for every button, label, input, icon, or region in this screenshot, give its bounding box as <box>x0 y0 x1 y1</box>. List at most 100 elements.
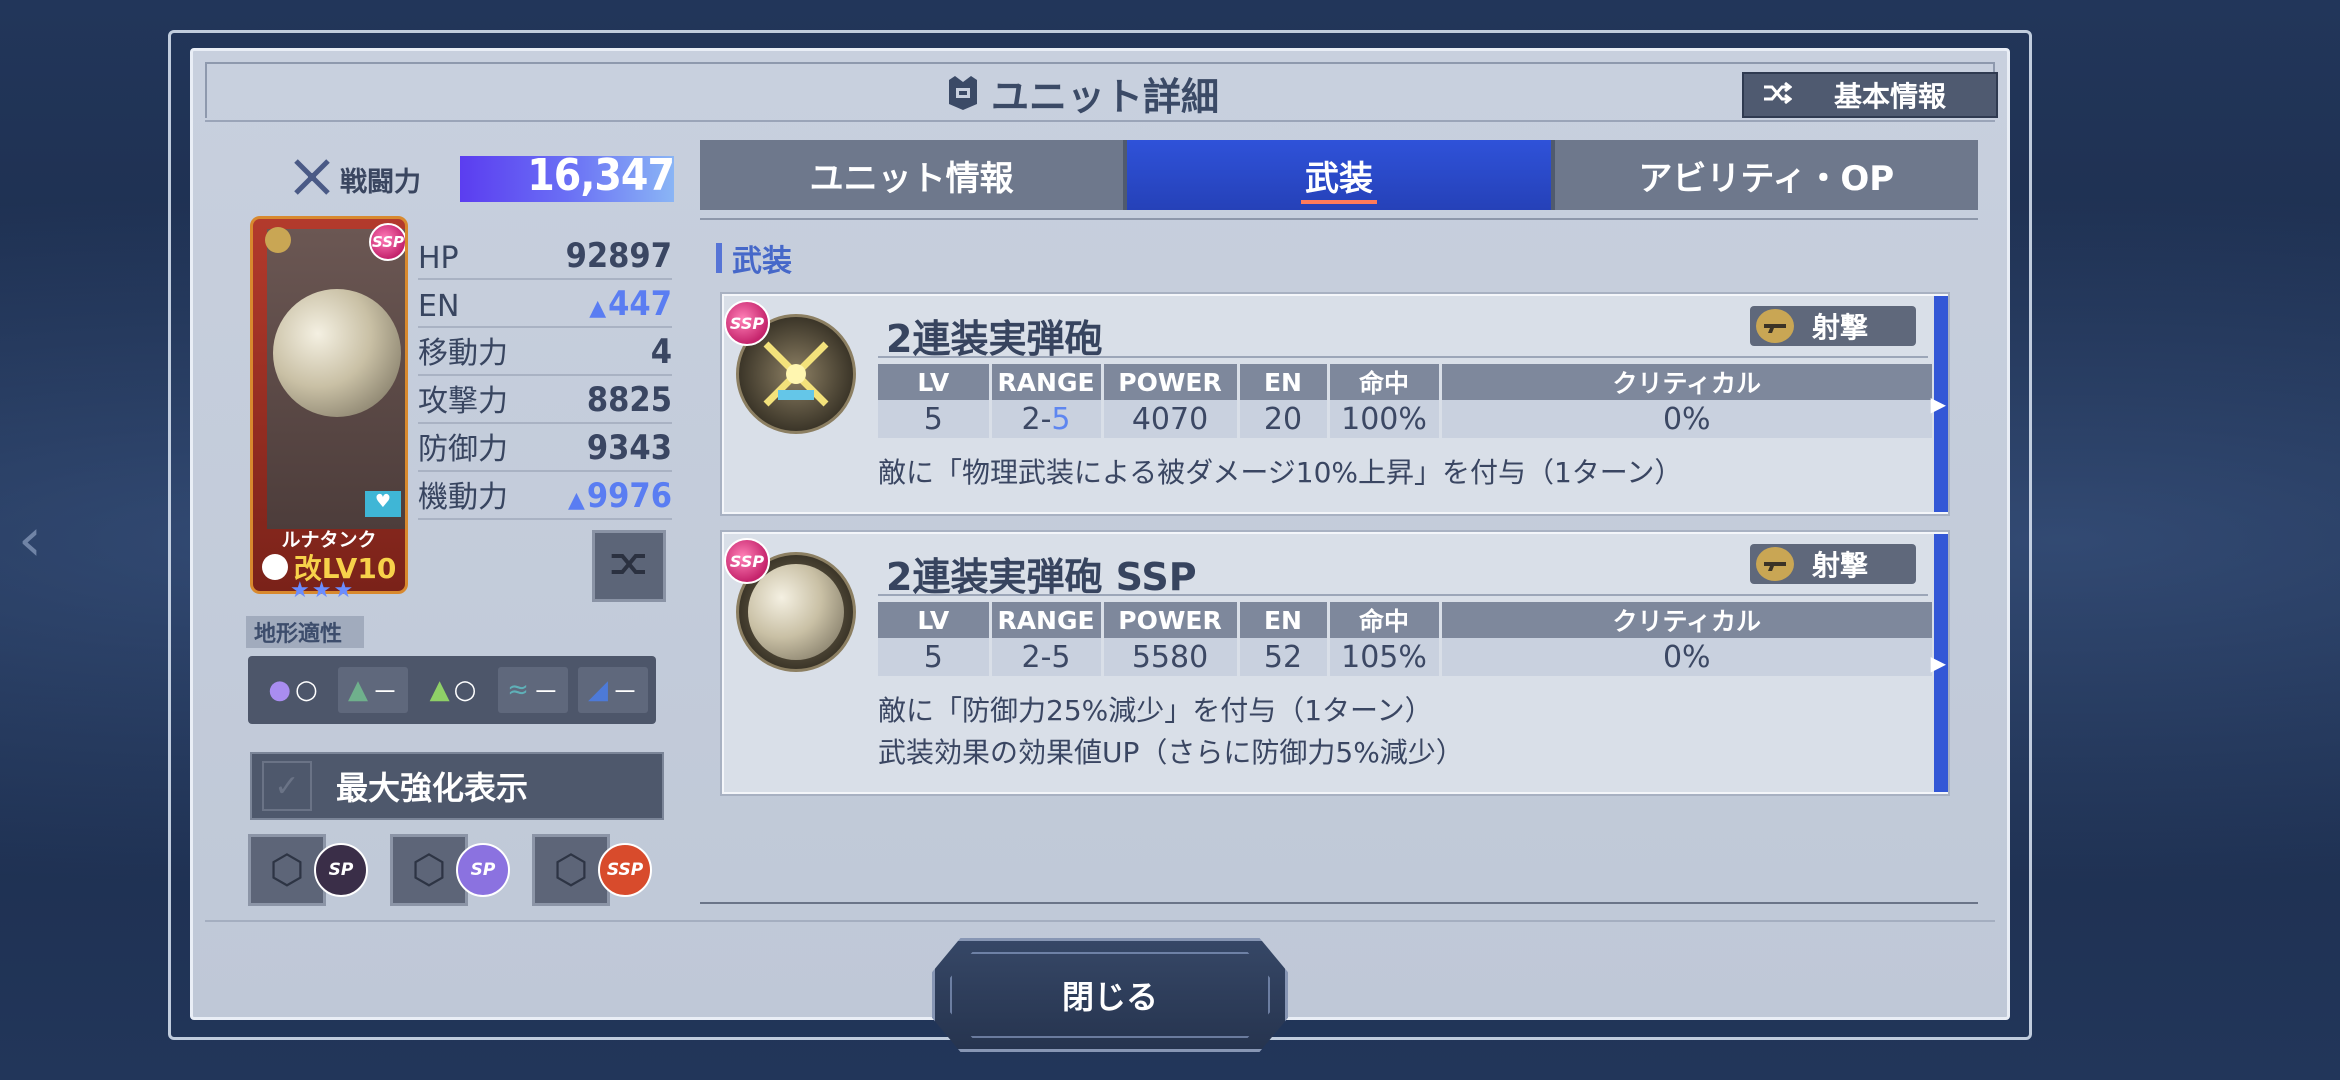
unit-card[interactable]: SSP ♥ ルナタンク 改LV10 <box>250 216 408 594</box>
stat-label: HP <box>418 241 459 276</box>
stat-row-attack: 攻撃力 8825 <box>418 376 672 424</box>
weapon-stats-table: LV RANGE POWER EN 命中 クリティカル 5 2-5 5580 5… <box>878 602 1932 676</box>
table-row: 5 2-5 5580 52 105% 0% <box>878 638 1932 676</box>
terrain-underwater: ◢ － <box>578 667 648 713</box>
terrain-space: ● ○ <box>258 667 328 713</box>
chevron-right-icon: ▶ <box>1930 651 1946 675</box>
stat-label: 移動力 <box>418 336 508 371</box>
weapon-name-divider <box>878 594 1928 596</box>
unit-emblem-icon <box>945 74 981 112</box>
stat-value: 9976 <box>586 476 672 516</box>
tab-unit-info[interactable]: ユニット情報 <box>700 140 1123 210</box>
terrain-ground: ▲ ○ <box>418 667 488 713</box>
crossed-cannons-icon <box>763 341 829 407</box>
weapon-detail-stripe[interactable]: ▶ <box>1930 296 1948 512</box>
col-header-en: EN <box>1238 602 1330 638</box>
stat-row-hp: HP 92897 <box>418 232 672 280</box>
stat-row-en: EN ▲447 <box>418 280 672 328</box>
cell-hit: 105% <box>1328 638 1442 676</box>
unit-stars: ★★★ <box>290 578 356 603</box>
weapon-name-divider <box>878 356 1928 358</box>
col-header-power: POWER <box>1102 602 1240 638</box>
cell-lv: 5 <box>878 638 992 676</box>
cloud-icon: ▲ <box>347 675 368 705</box>
unit-rarity-badge: SSP <box>369 223 405 261</box>
sp-badge: SP <box>314 843 368 897</box>
hexagon-icon: ⬡ <box>411 847 447 893</box>
combat-power-row: 戦闘力 <box>292 152 421 206</box>
stat-row-mobility: 機動力 ▲9976 <box>418 472 672 520</box>
weapon-name: 2連装実弾砲 SSP <box>886 555 1197 599</box>
luna-tank-sprite <box>273 289 401 417</box>
stat-label: 機動力 <box>418 480 508 515</box>
gun-icon <box>1756 547 1794 581</box>
weapon-type: 射撃 <box>1812 311 1869 344</box>
stat-value: 447 <box>608 284 672 324</box>
weapon-type-badge: 射撃 <box>1750 306 1916 346</box>
cell-en: 52 <box>1238 638 1330 676</box>
chevron-right-icon: ▶ <box>1930 392 1946 416</box>
ssp-badge: SSP <box>598 843 652 897</box>
close-button[interactable]: 閉じる <box>932 938 1288 1052</box>
stat-label: EN <box>418 289 460 324</box>
col-header-power: POWER <box>1102 364 1240 400</box>
combat-power-value: 16,347 <box>527 150 675 201</box>
terrain-grade: ○ <box>295 675 318 705</box>
cell-crit: 0% <box>1440 638 1932 676</box>
terrain-label: 地形適性 <box>246 616 364 648</box>
cell-crit: 0% <box>1440 400 1932 438</box>
col-header-lv: LV <box>878 602 992 638</box>
mountain-icon: ▲ <box>429 675 450 705</box>
cell-range: 2-5 <box>990 638 1104 676</box>
weapon-desc: 敵に「防御力25%減少」を付与（1ターン） 武装効果の効果値UP（さらに防御力5… <box>878 690 1464 774</box>
tag-icon <box>265 227 291 253</box>
cell-hit: 100% <box>1328 400 1442 438</box>
cell-lv: 5 <box>878 400 992 438</box>
tab-weapons[interactable]: 武装 <box>1127 140 1551 210</box>
weapon-desc-line: 敵に「物理武装による被ダメージ10%上昇」を付与（1ターン） <box>878 456 1683 489</box>
stat-value: 92897 <box>565 236 672 276</box>
up-arrow-icon: ▲ <box>567 488 585 513</box>
check-icon: ✓ <box>274 768 300 804</box>
stat-value: 4 <box>650 332 672 372</box>
weapon-type-badge: 射撃 <box>1750 544 1916 584</box>
weapon-name: 2連装実弾砲 <box>886 317 1103 361</box>
page-title: ユニット詳細 <box>945 68 1219 119</box>
range-min: 2- <box>1021 401 1052 437</box>
weapon-card[interactable]: SSP 2連装実弾砲 射撃 LV RANGE POWER EN 命中 クリティカ… <box>722 294 1948 514</box>
stat-row-defense: 防御力 9343 <box>418 424 672 472</box>
range-max: 5 <box>1051 401 1071 437</box>
max-enhance-toggle[interactable]: ✓ 最大強化表示 <box>250 752 664 820</box>
close-label: 閉じる <box>1061 978 1158 1016</box>
detail-tabs: ユニット情報 武装 アビリティ・OP <box>700 140 1978 210</box>
terrain-water: ≈ － <box>498 667 568 713</box>
col-header-hit: 命中 <box>1328 364 1442 400</box>
section-title: 武装 <box>732 244 792 279</box>
sp-badge: SP <box>456 843 510 897</box>
weapon-card[interactable]: SSP 2連装実弾砲 SSP 射撃 LV RANGE POWER EN 命中 ク… <box>722 532 1948 794</box>
planet-icon: ● <box>268 675 291 705</box>
weapon-desc-line: 敵に「防御力25%減少」を付与（1ターン） <box>878 694 1433 727</box>
col-header-range: RANGE <box>990 364 1104 400</box>
basic-info-label: 基本情報 <box>1834 80 1947 113</box>
footer-divider <box>205 920 1995 922</box>
basic-info-button[interactable]: 基本情報 <box>1742 72 1998 118</box>
col-header-hit: 命中 <box>1328 602 1442 638</box>
col-header-crit: クリティカル <box>1440 364 1932 400</box>
col-header-en: EN <box>1238 364 1330 400</box>
table-row: 5 2-5 4070 20 100% 0% <box>878 400 1932 438</box>
slot-item: ⬡ SP <box>390 834 510 906</box>
weapon-detail-stripe[interactable]: ▶ <box>1930 534 1948 792</box>
checkbox[interactable]: ✓ <box>262 761 312 811</box>
content-divider <box>700 902 1978 904</box>
swap-unit-button[interactable] <box>592 530 666 602</box>
slot-item: ⬡ SP <box>248 834 368 906</box>
terrain-grade: － <box>611 677 638 708</box>
weapon-ssp-badge: SSP <box>724 538 770 584</box>
unit-portrait <box>267 229 405 529</box>
luna-tank-icon <box>748 564 844 660</box>
shuffle-icon <box>1762 79 1793 112</box>
pilot-icon <box>261 554 288 580</box>
tab-ability-op[interactable]: アビリティ・OP <box>1555 140 1978 210</box>
cell-en: 20 <box>1238 400 1330 438</box>
